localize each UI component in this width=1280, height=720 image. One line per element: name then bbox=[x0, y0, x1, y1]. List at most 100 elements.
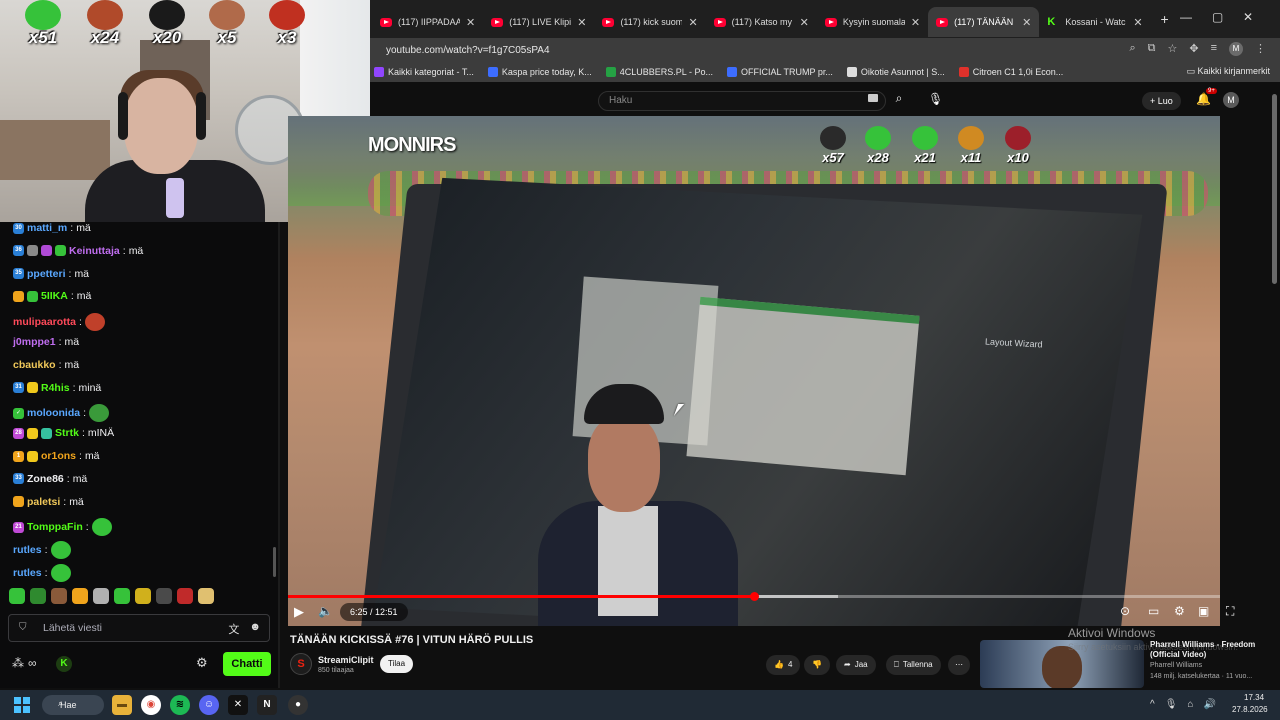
new-tab-button[interactable]: + bbox=[1161, 11, 1169, 27]
file-explorer-icon[interactable]: ▬ bbox=[112, 695, 132, 715]
bookmark-item[interactable]: 4CLUBBERS.PL - Po... bbox=[605, 67, 713, 77]
close-icon[interactable]: ✕ bbox=[577, 16, 586, 29]
emote-picker-icon[interactable] bbox=[30, 588, 46, 604]
zoom-icon[interactable]: ⌕ bbox=[1129, 42, 1135, 56]
emote-picker-icon[interactable] bbox=[51, 588, 67, 604]
chat-username[interactable]: rutles bbox=[13, 544, 42, 556]
settings-icon[interactable]: ⚙ bbox=[1174, 604, 1185, 618]
emote-picker-icon[interactable] bbox=[114, 588, 130, 604]
subscribe-button[interactable]: Tilaa bbox=[380, 655, 414, 673]
create-button[interactable]: + Luo bbox=[1142, 92, 1181, 110]
chat-username[interactable]: Keinuttaja bbox=[69, 245, 120, 257]
share-button[interactable]: ➦ Jaa bbox=[836, 655, 876, 675]
search-icon[interactable]: ⌕ bbox=[888, 91, 910, 111]
more-actions-button[interactable]: ⋯ bbox=[948, 655, 970, 675]
emote-picker-icon[interactable] bbox=[72, 588, 88, 604]
play-icon[interactable]: ▶ bbox=[294, 604, 304, 620]
like-button[interactable]: 👍 4 bbox=[766, 655, 801, 675]
media-icon[interactable]: ≡ bbox=[1211, 42, 1217, 56]
address-bar[interactable]: youtube.com/watch?v=f1g7C05sPA4 ⌕ ⧉ ☆ ✥ … bbox=[370, 38, 1280, 62]
fullscreen-icon[interactable]: ⛶ bbox=[1226, 604, 1234, 619]
browser-tab[interactable]: (117) TÄNÄÄN ✕ bbox=[928, 7, 1040, 37]
spotify-icon[interactable]: ≋ bbox=[170, 695, 190, 715]
bookmark-item[interactable]: Kaikki kategoriat - T... bbox=[374, 67, 474, 77]
channel-avatar[interactable]: S bbox=[290, 653, 312, 675]
volume-icon[interactable]: 🔈 bbox=[318, 604, 333, 618]
autoplay-toggle[interactable]: ⊙ bbox=[1120, 604, 1130, 618]
translate-icon[interactable]: 文 bbox=[228, 621, 239, 637]
chat-username[interactable]: Strtk bbox=[55, 427, 79, 439]
browser-tab[interactable]: (117) Katso my ✕ bbox=[706, 7, 817, 37]
save-button[interactable]: ⎕ Tallenna bbox=[886, 655, 941, 675]
bell-icon[interactable]: 🔔 bbox=[1196, 92, 1211, 106]
chat-username[interactable]: paletsi bbox=[27, 496, 60, 508]
video-player[interactable]: Layout Wizard MONNIRS x57 x28 x21 x11 x10 bbox=[288, 116, 1220, 626]
network-icon[interactable]: ⌂ bbox=[1187, 699, 1193, 710]
close-icon[interactable]: ✕ bbox=[911, 16, 920, 29]
dislike-button[interactable]: 👎 bbox=[804, 655, 830, 675]
subtitles-icon[interactable]: ▭ bbox=[1148, 604, 1159, 618]
close-icon[interactable]: ✕ bbox=[1022, 16, 1031, 29]
video-progress-bar[interactable] bbox=[288, 592, 1220, 601]
chat-scrollbar[interactable] bbox=[273, 547, 276, 577]
minimize-button[interactable]: — bbox=[1180, 10, 1192, 24]
extensions-icon[interactable]: ✥ bbox=[1189, 42, 1198, 56]
chat-username[interactable]: or1ons bbox=[41, 450, 76, 462]
emote-picker-icon[interactable] bbox=[93, 588, 109, 604]
capcut-icon[interactable]: ✕ bbox=[228, 695, 248, 715]
app-nl-icon[interactable]: N bbox=[257, 695, 277, 715]
emote-picker-icon[interactable] bbox=[156, 588, 172, 604]
infinity-icon[interactable]: ∞ bbox=[28, 656, 37, 670]
chat-username[interactable]: Zone86 bbox=[27, 473, 64, 485]
profile-avatar[interactable]: M bbox=[1229, 42, 1243, 56]
obs-icon[interactable]: ● bbox=[288, 695, 308, 715]
emote-picker-icon[interactable] bbox=[198, 588, 214, 604]
chat-username[interactable]: cbaukko bbox=[13, 359, 56, 371]
chat-username[interactable]: matti_m bbox=[27, 222, 67, 234]
close-window-button[interactable]: ✕ bbox=[1243, 10, 1253, 24]
kick-logo-icon[interactable]: K bbox=[56, 656, 72, 672]
mic-tray-icon[interactable]: 🎙 bbox=[1165, 699, 1178, 710]
clock-date[interactable]: 27.8.2026 bbox=[1232, 705, 1268, 714]
bookmark-item[interactable]: OFFICIAL TRUMP pr... bbox=[726, 67, 833, 77]
chrome-icon[interactable]: ◉ bbox=[141, 695, 161, 715]
browser-tab[interactable]: K Kossani - Watc ✕ bbox=[1039, 7, 1150, 37]
close-icon[interactable]: ✕ bbox=[688, 16, 697, 29]
emote-picker-icon[interactable] bbox=[9, 588, 25, 604]
bookmark-item[interactable]: Kaspa price today, K... bbox=[487, 67, 592, 77]
clock-time[interactable]: 17.34 bbox=[1244, 693, 1264, 702]
chat-send-button[interactable]: Chatti bbox=[223, 652, 271, 676]
volume-tray-icon[interactable]: 🔊 bbox=[1203, 699, 1215, 710]
windows-start-icon[interactable] bbox=[14, 697, 30, 713]
chat-username[interactable]: j0mppe1 bbox=[13, 336, 56, 348]
chat-username[interactable]: mulipaarotta bbox=[13, 316, 76, 328]
chat-username[interactable]: moloonida bbox=[27, 407, 80, 419]
emote-picker-icon[interactable] bbox=[177, 588, 193, 604]
install-icon[interactable]: ⧉ bbox=[1148, 42, 1156, 56]
account-avatar[interactable]: M bbox=[1223, 92, 1239, 108]
emote-tray[interactable] bbox=[9, 588, 214, 604]
close-icon[interactable]: ✕ bbox=[1133, 16, 1142, 29]
browser-tab[interactable]: (117) kick suomi ✕ bbox=[594, 7, 705, 37]
chat-input[interactable]: ⛉ Lähetä viesti 文 ☻ bbox=[8, 614, 270, 642]
close-icon[interactable]: ✕ bbox=[466, 16, 475, 29]
chat-username[interactable]: ppetteri bbox=[27, 268, 66, 280]
keyboard-icon[interactable] bbox=[868, 94, 878, 102]
url-text[interactable]: youtube.com/watch?v=f1g7C05sPA4 bbox=[386, 45, 550, 56]
close-icon[interactable]: ✕ bbox=[800, 16, 809, 29]
chat-username[interactable]: R4his bbox=[41, 382, 70, 394]
chat-username[interactable]: 5IIKA bbox=[41, 290, 68, 302]
taskbar-search[interactable]: Hae bbox=[42, 695, 104, 715]
maximize-button[interactable]: ▢ bbox=[1212, 10, 1223, 24]
all-bookmarks-button[interactable]: ▭ Kaikki kirjanmerkit bbox=[1186, 66, 1270, 77]
browser-tab[interactable]: Kysyin suomala ✕ bbox=[817, 7, 928, 37]
chat-username[interactable]: TomppaFin bbox=[27, 521, 83, 533]
bookmark-item[interactable]: Oikotie Asunnot | S... bbox=[846, 67, 945, 77]
recommended-title[interactable]: Pharrell Williams - Freedom (Official Vi… bbox=[1150, 640, 1270, 660]
theater-icon[interactable]: ▣ bbox=[1198, 604, 1209, 618]
chat-username[interactable]: rutles bbox=[13, 567, 42, 579]
page-scrollbar-thumb[interactable] bbox=[1272, 94, 1277, 284]
users-icon[interactable]: ⁂ bbox=[12, 656, 24, 670]
emote-picker-icon[interactable] bbox=[135, 588, 151, 604]
mic-icon[interactable]: 🎙 bbox=[928, 92, 943, 106]
